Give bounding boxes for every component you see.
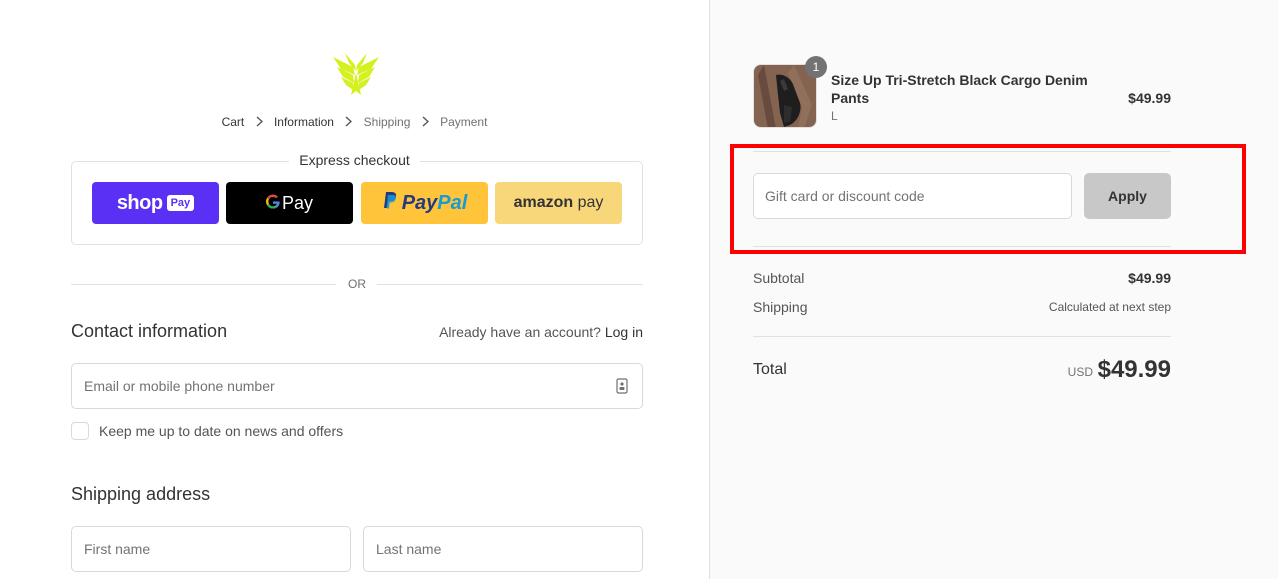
contact-information-title: Contact information [71,321,228,341]
contact-card-icon [616,378,628,394]
shop-pay-badge: Pay [166,195,195,211]
total-label: Total [753,361,787,378]
google-pay-button[interactable]: Pay [226,182,353,224]
quantity-badge: 1 [805,56,827,78]
discount-highlight-box [730,144,1246,254]
product-name: Size Up Tri-Stretch Black Cargo Denim Pa… [831,72,1088,106]
newsletter-checkbox[interactable] [71,422,89,440]
total-amount: $49.99 [1097,356,1171,383]
breadcrumb-shipping: Shipping [363,114,411,129]
newsletter-row: Keep me up to date on news and offers [71,422,343,440]
google-pay-label: Pay [281,192,314,213]
breadcrumb: Cart Information Shipping Payment [0,114,709,129]
account-prompt-text: Already have an account? [439,324,601,340]
paypal-button[interactable]: PayPal [361,182,488,224]
paypal-label-pay: Pay [401,191,438,214]
shop-pay-button[interactable]: shop Pay [92,182,219,224]
chevron-right-icon [345,116,353,127]
amazon-pay-label-pay: pay [573,194,604,211]
shipping-value: Calculated at next step [1048,300,1171,314]
last-name-field[interactable]: Last name [363,526,643,572]
product-variant: L [831,109,838,123]
shipping-label: Shipping [753,299,808,315]
google-g-icon [266,193,280,214]
subtotal-value: $49.99 [1128,270,1171,286]
login-link[interactable]: Log in [605,324,643,340]
breadcrumb-cart[interactable]: Cart [222,115,245,129]
email-placeholder: Email or mobile phone number [84,378,275,394]
checkout-main: Cart Information Shipping Payment Expres… [0,0,709,579]
paypal-icon [382,190,398,216]
breadcrumb-information: Information [273,114,334,129]
email-field[interactable]: Email or mobile phone number [71,363,643,409]
or-label: OR [348,277,366,291]
product-price: $49.99 [1128,90,1171,106]
shipping-address-title: Shipping address [71,484,211,504]
paypal-label-pal: Pal [437,191,468,214]
breadcrumb-payment: Payment [440,114,488,129]
last-name-placeholder: Last name [376,541,442,557]
chevron-right-icon [256,116,263,127]
login-prompt: Already have an account? Log in [439,324,643,340]
first-name-placeholder: First name [84,541,151,557]
or-divider: OR [71,276,643,292]
first-name-field[interactable]: First name [71,526,351,572]
chevron-right-icon [422,116,429,127]
newsletter-label: Keep me up to date on news and offers [99,423,344,439]
amazon-pay-button[interactable]: amazon pay [495,182,622,224]
shop-pay-logo-text: shop [116,191,163,214]
summary-divider [753,336,1171,337]
brand-logo[interactable] [331,53,381,95]
express-checkout-title: Express checkout [0,152,709,170]
subtotal-label: Subtotal [753,270,805,286]
amazon-pay-label-amazon: amazon [513,194,574,211]
total-currency: USD [1067,365,1093,379]
